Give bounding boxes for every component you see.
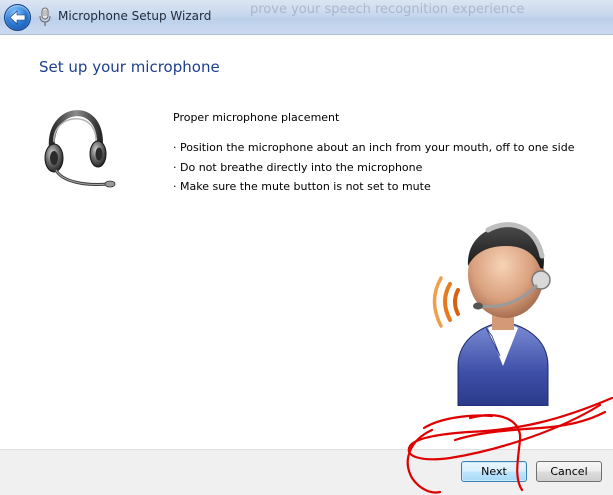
window-title: Microphone Setup Wizard: [58, 9, 212, 23]
page-title: Set up your microphone: [39, 58, 220, 76]
back-arrow-icon: [9, 10, 26, 25]
microphone-icon: [39, 7, 51, 26]
next-button[interactable]: Next: [461, 461, 527, 482]
wizard-window: prove your speech recognition experience…: [0, 0, 613, 495]
back-button[interactable]: [4, 4, 31, 31]
cancel-button[interactable]: Cancel: [536, 461, 602, 482]
placement-tips-list: · Position the microphone about an inch …: [173, 140, 574, 199]
title-bar: prove your speech recognition experience…: [0, 0, 613, 35]
list-item: · Position the microphone about an inch …: [173, 141, 575, 154]
list-item: · Make sure the mute button is not set t…: [173, 180, 431, 193]
placement-subheading: Proper microphone placement: [173, 111, 340, 124]
headset-icon: [44, 110, 116, 188]
background-title-ghost: prove your speech recognition experience: [250, 2, 525, 17]
person-with-headset-icon: [432, 222, 551, 406]
list-item: · Do not breathe directly into the micro…: [173, 160, 423, 174]
